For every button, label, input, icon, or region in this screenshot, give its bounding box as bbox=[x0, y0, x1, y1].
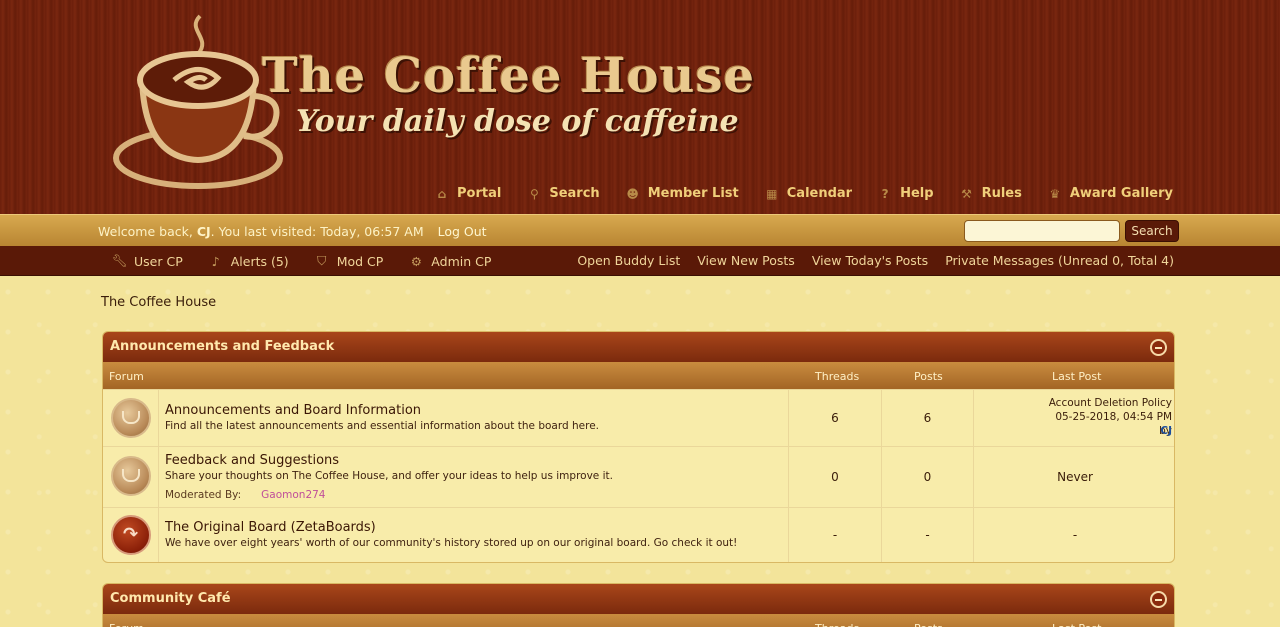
users-icon: ☻ bbox=[626, 186, 639, 201]
welcome-bar: Welcome back, CJ. You last visited: Toda… bbox=[0, 214, 1280, 246]
thread-count: - bbox=[832, 528, 838, 542]
category-title[interactable]: Announcements and Feedback bbox=[110, 339, 334, 354]
collapse-icon[interactable] bbox=[1150, 591, 1167, 608]
col-posts: Posts bbox=[914, 622, 943, 627]
nav-calendar[interactable]: ▦ Calendar bbox=[765, 186, 852, 201]
last-visit: . You last visited: Today, 06:57 AM bbox=[210, 224, 424, 239]
site-title: The Coffee House bbox=[262, 48, 755, 104]
col-threads: Threads bbox=[815, 622, 859, 627]
moderated-by: Moderated By: Gaomon274 bbox=[165, 489, 325, 501]
moderator-link[interactable]: Gaomon274 bbox=[261, 489, 325, 501]
user-links: Open Buddy List View New Posts View Toda… bbox=[577, 253, 1174, 268]
forum-title[interactable]: Feedback and Suggestions bbox=[165, 453, 339, 468]
logout-link[interactable]: Log Out bbox=[438, 224, 487, 239]
column-headers: Forum Threads Posts Last Post bbox=[103, 362, 1174, 389]
nav-rules[interactable]: ⚒ Rules bbox=[960, 186, 1022, 201]
mod-cp-label: Mod CP bbox=[336, 253, 384, 269]
forum-description: Share your thoughts on The Coffee House,… bbox=[165, 470, 613, 482]
nav-label: Help bbox=[900, 186, 934, 201]
alerts-link[interactable]: ♪ Alerts (5) bbox=[209, 253, 289, 269]
home-icon: ⌂ bbox=[437, 186, 447, 201]
coffee-cup-logo bbox=[113, 14, 283, 189]
nav-award-gallery[interactable]: ♛ Award Gallery bbox=[1048, 186, 1173, 201]
forum-read-icon bbox=[111, 398, 151, 438]
forum-row: Announcements and Board Information Find… bbox=[103, 389, 1174, 446]
calendar-icon: ▦ bbox=[766, 186, 778, 201]
main-nav: ⌂ Portal ⚲ Search ☻ Member List ▦ Calendar ?… bbox=[435, 186, 1173, 201]
forum-title[interactable]: The Original Board (ZetaBoards) bbox=[165, 520, 376, 535]
search-input[interactable] bbox=[964, 220, 1120, 242]
forum-row: ↷ The Original Board (ZetaBoards) We hav… bbox=[103, 507, 1174, 562]
forum-read-icon bbox=[111, 456, 151, 496]
forum-title[interactable]: Announcements and Board Information bbox=[165, 403, 421, 418]
welcome-message: Welcome back, CJ. You last visited: Toda… bbox=[98, 224, 487, 239]
user-cp-link[interactable]: 🔧︎ User CP bbox=[112, 253, 183, 269]
col-forum: Forum bbox=[109, 370, 144, 383]
col-last-post: Last Post bbox=[1052, 622, 1101, 627]
nav-label: Calendar bbox=[786, 186, 853, 201]
category-announcements: Announcements and Feedback Forum Threads… bbox=[102, 331, 1175, 563]
welcome-username: CJ bbox=[196, 224, 211, 239]
col-threads: Threads bbox=[815, 370, 860, 383]
last-post-user[interactable]: CJ bbox=[1049, 424, 1172, 438]
admin-cp-link[interactable]: ⚙ Admin CP bbox=[409, 253, 492, 269]
last-post-title[interactable]: Account Deletion Policy bbox=[1049, 396, 1172, 410]
trophy-icon: ♛ bbox=[1049, 186, 1061, 201]
forum-description: We have over eight years' worth of our c… bbox=[165, 537, 738, 549]
nav-portal[interactable]: ⌂ Portal bbox=[435, 186, 502, 201]
nav-search[interactable]: ⚲ Search bbox=[527, 186, 600, 201]
forum-description: Find all the latest announcements and es… bbox=[165, 420, 599, 432]
nav-label: Rules bbox=[981, 186, 1022, 201]
search-button[interactable]: Search bbox=[1125, 220, 1179, 242]
last-post-value: - bbox=[1072, 528, 1078, 542]
col-posts: Posts bbox=[914, 370, 943, 383]
col-forum: Forum bbox=[109, 622, 144, 627]
gavel-icon: ⚒ bbox=[961, 186, 972, 201]
post-count: 0 bbox=[923, 470, 932, 484]
collapse-icon[interactable] bbox=[1150, 339, 1167, 356]
user-bar: 🔧︎ User CP ♪ Alerts (5) ⛉ Mod CP ⚙ Admin CP … bbox=[0, 246, 1280, 276]
todays-posts-link[interactable]: View Today's Posts bbox=[812, 253, 928, 268]
post-count: - bbox=[925, 528, 930, 542]
nav-label: Search bbox=[549, 186, 600, 201]
last-post-info: Account Deletion Policy 05-25-2018, 04:5… bbox=[1049, 396, 1172, 437]
shield-icon: ⛉ bbox=[316, 253, 327, 268]
thread-count: 0 bbox=[831, 470, 839, 484]
category-header: Community Café bbox=[103, 584, 1174, 614]
welcome-greeting: Welcome back, bbox=[98, 224, 197, 239]
category-header: Announcements and Feedback bbox=[103, 332, 1174, 362]
breadcrumb[interactable]: The Coffee House bbox=[101, 295, 216, 310]
mod-cp-link[interactable]: ⛉ Mod CP bbox=[315, 253, 384, 269]
site-tagline: Your daily dose of caffeine bbox=[296, 104, 739, 139]
moderated-label: Moderated By: bbox=[165, 489, 242, 501]
alerts-label: Alerts (5) bbox=[230, 253, 289, 269]
help-icon: ? bbox=[881, 186, 889, 201]
category-title[interactable]: Community Café bbox=[110, 591, 231, 606]
redirect-link-icon: ↷ bbox=[111, 515, 151, 555]
site-header: The Coffee House Your daily dose of caff… bbox=[0, 0, 1280, 214]
user-cp-label: User CP bbox=[134, 253, 183, 269]
admin-cp-label: Admin CP bbox=[431, 253, 492, 269]
thread-count: 6 bbox=[831, 411, 839, 425]
new-posts-link[interactable]: View New Posts bbox=[697, 253, 795, 268]
nav-member-list[interactable]: ☻ Member List bbox=[626, 186, 739, 201]
nav-help[interactable]: ? Help bbox=[878, 186, 934, 201]
user-tools: 🔧︎ User CP ♪ Alerts (5) ⛉ Mod CP ⚙ Admin CP bbox=[112, 253, 491, 269]
nav-label: Member List bbox=[647, 186, 739, 201]
column-headers: Forum Threads Posts Last Post bbox=[103, 614, 1174, 627]
forum-row: Feedback and Suggestions Share your thou… bbox=[103, 446, 1174, 507]
nav-label: Award Gallery bbox=[1069, 186, 1173, 201]
last-post-never: Never bbox=[1057, 470, 1093, 484]
private-messages-link[interactable]: Private Messages (Unread 0, Total 4) bbox=[945, 253, 1174, 268]
nav-label: Portal bbox=[457, 186, 502, 201]
search-icon: ⚲ bbox=[529, 186, 539, 201]
buddy-list-link[interactable]: Open Buddy List bbox=[577, 253, 680, 268]
bell-icon: ♪ bbox=[211, 253, 220, 269]
wrench-icon: 🔧︎ bbox=[112, 253, 128, 268]
post-count: 6 bbox=[923, 411, 932, 425]
cogs-icon: ⚙ bbox=[410, 253, 422, 269]
last-post-date: 05-25-2018, 04:54 PM bbox=[1055, 411, 1172, 423]
col-last-post: Last Post bbox=[1052, 370, 1102, 383]
category-community-cafe: Community Café Forum Threads Posts Last … bbox=[102, 583, 1175, 627]
